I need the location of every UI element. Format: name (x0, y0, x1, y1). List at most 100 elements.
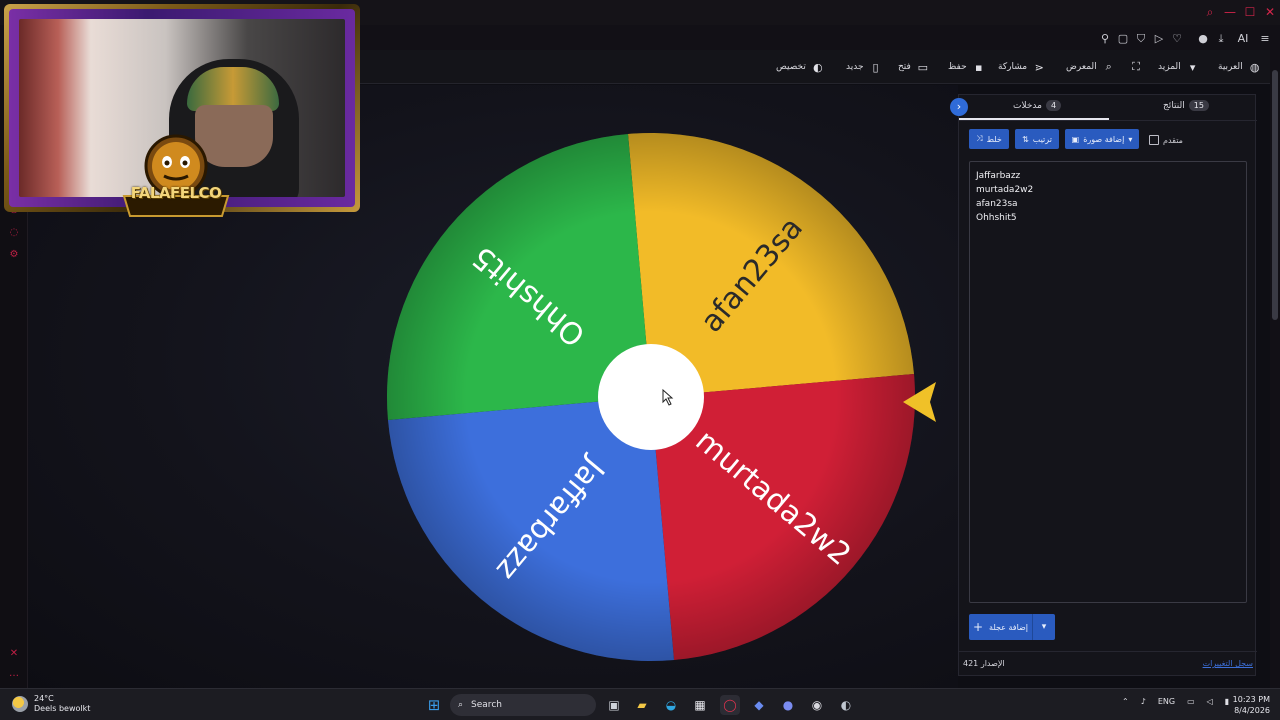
entry-line: murtada2w2 (976, 185, 1034, 195)
menu-icon[interactable]: ≡ (1258, 32, 1272, 46)
system-tray: ⌃ ♪ ENG ▭ ◁ ▮ (1122, 697, 1229, 706)
messenger-icon[interactable]: ◌ (8, 227, 20, 239)
minimize-icon[interactable]: — (1222, 4, 1238, 20)
store-icon[interactable]: ▦ (690, 695, 710, 715)
file-icon: ▯ (872, 60, 879, 74)
panel-tabs: › 4 مدخلات 15 النتائج (950, 95, 1257, 121)
heart-icon[interactable]: ♡ (1170, 32, 1184, 46)
tab-results-label: النتائج (1163, 100, 1185, 111)
logo-emblem (122, 134, 230, 217)
shield-icon[interactable]: ⛉ (1134, 32, 1148, 46)
add-wheel-button-group: إضافة عجلة + ▾ (969, 614, 1055, 640)
windows-start-icon[interactable]: ⊞ (424, 695, 444, 715)
language-indicator[interactable]: ENG (1158, 697, 1175, 706)
more-icon[interactable]: … (8, 668, 20, 680)
new-button[interactable]: ▯ جديد (846, 59, 882, 75)
version-text: الإصدار 421 (963, 659, 1005, 668)
more-label: المزيد (1158, 62, 1181, 72)
chevron-up-icon[interactable]: ⌃ (1122, 697, 1129, 706)
language-button[interactable]: ◍ العربية (1218, 59, 1261, 75)
settings-icon[interactable]: ⚙ (8, 249, 20, 261)
sort-icon: ⇅ (1022, 134, 1029, 144)
add-wheel-dropdown[interactable]: ▾ (1033, 614, 1055, 640)
wheel-center-button[interactable] (598, 344, 704, 450)
file-explorer-icon[interactable]: ▰ (632, 695, 652, 715)
windows-taskbar: 24°C Deels bewolkt ⊞ ⌕ Search ▣ ▰ ◒ ▦ ◯ … (0, 688, 1280, 720)
caret-down-icon: ▾ (1189, 60, 1196, 74)
advanced-checkbox[interactable]: متقدم (1149, 133, 1183, 147)
globe-icon: ◍ (1249, 60, 1260, 74)
entry-line: afan23sa (976, 199, 1018, 209)
shuffle-label: خلط (986, 134, 1002, 144)
add-wheel-button[interactable]: إضافة عجلة + (969, 614, 1033, 640)
version-number: 421 (963, 659, 979, 668)
steam-icon[interactable]: ◐ (836, 695, 856, 715)
advanced-label: متقدم (1163, 135, 1183, 145)
gallery-button[interactable]: ⌕ المعرض (1066, 59, 1115, 75)
entries-panel: › 4 مدخلات 15 النتائج خلط ⤨ ترتيب ⇅ ▾ إض… (950, 94, 1257, 677)
tab-results[interactable]: 15 النتائج (1163, 100, 1209, 111)
search-icon: ⌕ (458, 700, 464, 710)
add-wheel-label: إضافة عجلة (989, 622, 1029, 632)
active-tab-indicator (959, 118, 1109, 120)
more-button[interactable]: ▾ المزيد (1158, 59, 1199, 75)
pin-icon[interactable]: ⚲ (1098, 32, 1112, 46)
close-icon[interactable]: ✕ (1262, 4, 1278, 20)
save-icon: ▪ (974, 60, 983, 74)
plus-icon: + (972, 620, 984, 634)
open-button[interactable]: ▭ فتح (898, 59, 929, 75)
opera-search-icon[interactable]: ⌕ (1202, 4, 1218, 20)
palette-icon: ◐ (813, 60, 823, 74)
customize-button[interactable]: ◐ تخصيص (776, 59, 824, 75)
fullscreen-button[interactable]: ⛶ (1130, 59, 1142, 75)
folder-icon: ▭ (917, 60, 929, 74)
entry-line: Ohhshit5 (976, 213, 1017, 223)
clock-date: 8/4/2026 (1234, 706, 1270, 715)
profile-icon[interactable]: ● (1196, 32, 1210, 46)
ai-icon[interactable]: AI (1232, 32, 1254, 46)
weather-widget[interactable]: 24°C Deels bewolkt (12, 694, 90, 714)
sort-label: ترتيب (1032, 134, 1052, 144)
tab-entries[interactable]: 4 مدخلات (1013, 100, 1062, 111)
caret-down-icon: ▾ (1041, 622, 1047, 632)
shuffle-button[interactable]: خلط ⤨ (969, 129, 1009, 149)
entry-line: Jaffarbazz (976, 171, 1021, 181)
scrollbar-thumb[interactable] (1272, 70, 1278, 320)
panel-footer: الإصدار 421 سجل التغييرات (959, 651, 1257, 677)
entries-textarea[interactable]: Jaffarbazz murtada2w2 afan23sa Ohhshit5 (969, 161, 1247, 603)
obs-icon[interactable]: ◉ (807, 695, 827, 715)
tab-entries-label: مدخلات (1013, 100, 1042, 111)
changelog-link[interactable]: سجل التغييرات (1203, 659, 1253, 668)
open-label: فتح (898, 62, 911, 72)
app-icon[interactable]: ◆ (749, 695, 769, 715)
opera-gx-icon[interactable]: ◯ (720, 695, 740, 715)
sort-button[interactable]: ترتيب ⇅ (1015, 129, 1059, 149)
edge-icon[interactable]: ◒ (661, 695, 681, 715)
clock-time: 10:23 PM (1232, 695, 1270, 704)
volume-icon[interactable]: ◁ (1207, 697, 1213, 706)
download-icon[interactable]: ⤓ (1214, 32, 1228, 46)
network-icon[interactable]: ▭ (1187, 697, 1195, 706)
tabs-icon[interactable]: ▢ (1116, 32, 1130, 46)
page-scrollbar[interactable] (1270, 50, 1280, 688)
temperature: 24°C (34, 694, 54, 703)
microphone-icon[interactable]: ♪ (1141, 697, 1146, 706)
spin-wheel[interactable]: afan23samurtada2w2JaffarbazzOhhshit5 (358, 100, 958, 685)
save-button[interactable]: ▪ حفظ (948, 59, 985, 75)
taskbar-search[interactable]: ⌕ Search (450, 694, 596, 716)
add-image-button[interactable]: ▾ إضافة صورة ▣ (1065, 129, 1139, 149)
new-label: جديد (846, 62, 864, 72)
discord-icon[interactable]: ● (778, 695, 798, 715)
task-view-icon[interactable]: ▣ (604, 695, 624, 715)
gx-icon[interactable]: ✕ (8, 648, 20, 660)
play-icon[interactable]: ▷ (1152, 32, 1166, 46)
caret-down-icon: ▾ (1128, 134, 1133, 144)
maximize-icon[interactable]: ☐ (1242, 4, 1258, 20)
falafelco-logo: FALAFELCO (118, 132, 234, 220)
share-label: مشاركة (998, 62, 1028, 72)
share-button[interactable]: ⋖ مشاركة (998, 59, 1045, 75)
clock[interactable]: 10:23 PM 8/4/2026 (1226, 694, 1270, 716)
collapse-panel-button[interactable]: › (950, 98, 968, 116)
image-icon: ▣ (1071, 134, 1080, 144)
checkbox-box[interactable] (1149, 135, 1159, 145)
